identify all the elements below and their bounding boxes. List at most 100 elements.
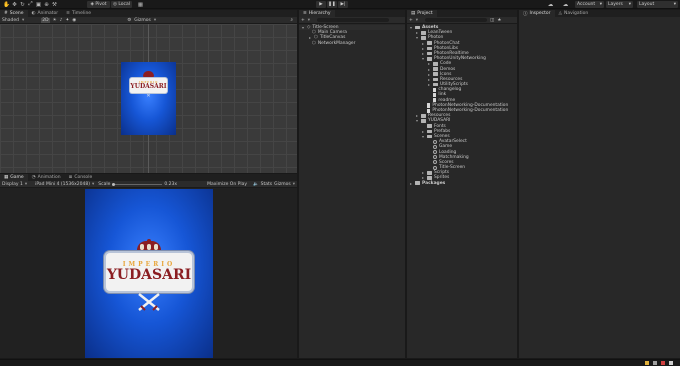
- game-tabbar: ▦ Game ◔ Animation ≣ Console: [0, 174, 297, 181]
- folder-icon: [427, 51, 432, 56]
- expand-arrow-icon[interactable]: ▸: [427, 82, 431, 87]
- add-icon[interactable]: +: [409, 18, 413, 23]
- scale-slider[interactable]: [112, 182, 163, 186]
- folder-icon: [433, 62, 438, 66]
- rect-tool-icon[interactable]: ▣: [35, 1, 42, 8]
- folder-icon: [427, 41, 432, 45]
- expand-arrow-icon[interactable]: ▾: [409, 25, 413, 30]
- hidden-objects-icon[interactable]: ◉: [72, 18, 76, 23]
- filter-icon[interactable]: ◫: [490, 18, 494, 23]
- expand-arrow-icon[interactable]: ▾: [421, 134, 425, 139]
- game-render[interactable]: IMPERIO YUDASARI: [85, 189, 213, 358]
- hierarchy-panel: ≡ Hierarchy + ▾ ▾ ◇ Title-Screen ⬡ Main Cam…: [299, 10, 405, 358]
- warning-icon[interactable]: [645, 361, 649, 365]
- expand-arrow-icon[interactable]: ▸: [409, 181, 413, 186]
- tab-inspector-label: Inspector: [529, 11, 551, 16]
- project-search-input[interactable]: [425, 17, 488, 23]
- expand-arrow-icon[interactable]: ▾: [415, 118, 419, 123]
- scale-value: 0.23x: [164, 181, 178, 187]
- crown-icon: [137, 239, 161, 252]
- expand-arrow-icon[interactable]: ▾: [301, 25, 305, 30]
- scene-search-icon[interactable]: ⌕: [290, 17, 293, 23]
- main-toolbar: ✋ ✥ ↻ ⤢ ▣ ⊕ ⚒ ◈ Pivot ◎ Local ▦ ▶ ❚❚ ▶| …: [0, 0, 680, 9]
- account-dropdown[interactable]: Account ▾: [575, 1, 604, 8]
- tab-animation[interactable]: ◔ Animation: [28, 174, 65, 181]
- folder-icon: [427, 134, 432, 139]
- tools-icon[interactable]: ⚙: [127, 18, 131, 23]
- animation-tab-icon: ◔: [31, 175, 36, 180]
- layers-dropdown[interactable]: Layers ▾: [606, 1, 633, 8]
- crown-icon: [143, 71, 154, 77]
- toggle-2d-button[interactable]: 2D: [41, 17, 50, 23]
- expand-arrow-icon[interactable]: ▾: [415, 35, 419, 40]
- layout-label: Layout: [639, 2, 655, 7]
- tab-project[interactable]: ▤ Project: [407, 10, 437, 17]
- expand-arrow-icon[interactable]: ▾: [421, 56, 425, 61]
- tab-hierarchy[interactable]: ≡ Hierarchy: [299, 10, 335, 17]
- favorite-icon[interactable]: ★: [497, 18, 501, 23]
- scale-label: Scale: [98, 181, 111, 187]
- console-tab-icon: ≣: [68, 175, 73, 180]
- file-icon: [433, 92, 437, 98]
- display-dropdown[interactable]: Display 1: [2, 182, 23, 187]
- folder-icon: [433, 67, 438, 71]
- inspector-panel: ⓘ Inspector ◬ Navigation: [519, 10, 680, 358]
- maximize-on-play-toggle[interactable]: Maximize On Play: [207, 182, 247, 187]
- cloud-icon[interactable]: ☁: [562, 1, 569, 8]
- mute-audio-icon[interactable]: 🔈: [253, 182, 259, 187]
- transform-tool-icon[interactable]: ⊕: [43, 1, 50, 8]
- tab-scene[interactable]: # Scene: [0, 10, 28, 17]
- pivot-button[interactable]: ◈ Pivot: [87, 1, 110, 8]
- tab-inspector[interactable]: ⓘ Inspector: [519, 10, 555, 17]
- tab-navigation[interactable]: ◬ Navigation: [555, 10, 593, 17]
- folder-icon: [427, 176, 432, 180]
- pause-button[interactable]: ❚❚: [327, 1, 337, 8]
- hand-tool-icon[interactable]: ✋: [3, 1, 10, 8]
- project-panel: ▤ Project + ▾ ◫ ★ ▾ Assets ▸ LeanTween ▾ Photon…: [407, 10, 517, 358]
- scene-view[interactable]: IMPERIO YUDASARI ✕: [0, 24, 297, 173]
- scene-canvas-preview[interactable]: IMPERIO YUDASARI ✕: [121, 62, 176, 135]
- error-icon[interactable]: [661, 361, 665, 365]
- gizmos-dropdown[interactable]: Gizmos: [134, 18, 151, 23]
- crossed-swords-icon: ✕: [146, 93, 151, 99]
- grid-snap-icon[interactable]: ▦: [137, 1, 144, 8]
- step-button[interactable]: ▶|: [338, 1, 348, 8]
- scale-tool-icon[interactable]: ⤢: [27, 1, 34, 8]
- scale-slider-thumb[interactable]: [112, 182, 116, 186]
- project-toolbar: + ▾ ◫ ★: [407, 17, 517, 24]
- add-icon[interactable]: +: [301, 18, 305, 23]
- resolution-dropdown[interactable]: iPad Mini 4 (1536x2048): [35, 182, 90, 187]
- tab-scene-label: Scene: [9, 11, 24, 16]
- effects-icon[interactable]: ✦: [65, 18, 69, 23]
- project-tree-item[interactable]: ▸ Packages: [407, 181, 517, 186]
- tab-animator[interactable]: ◐ Animator: [28, 10, 63, 17]
- gameobject-icon: ⬡: [312, 40, 316, 46]
- shading-mode-dropdown[interactable]: Shaded: [2, 18, 19, 23]
- custom-tool-icon[interactable]: ⚒: [51, 1, 58, 8]
- rotate-tool-icon[interactable]: ↻: [19, 1, 26, 8]
- audio-icon[interactable]: ♪: [60, 18, 63, 23]
- file-icon: [433, 98, 437, 103]
- hierarchy-item[interactable]: ⬡ NetworkManager: [299, 41, 405, 46]
- hierarchy-search-input[interactable]: [317, 17, 390, 23]
- game-gizmos-dropdown[interactable]: Gizmos: [274, 182, 291, 187]
- layout-dropdown[interactable]: Layout ▾: [637, 1, 678, 8]
- play-button[interactable]: ▶: [316, 1, 326, 8]
- timeline-tab-icon: ≡: [66, 11, 70, 16]
- local-icon: ◎: [112, 2, 117, 7]
- lighting-icon[interactable]: ☀: [53, 18, 57, 23]
- game-view[interactable]: IMPERIO YUDASARI: [0, 188, 297, 358]
- chevron-down-icon: ▾: [628, 2, 631, 7]
- tab-console[interactable]: ≣ Console: [65, 174, 97, 181]
- collab-icon[interactable]: ☁: [547, 1, 554, 8]
- tab-timeline[interactable]: ≡ Timeline: [62, 10, 95, 17]
- stats-toggle[interactable]: Stats: [261, 182, 273, 187]
- crossed-swords-icon: [138, 293, 160, 311]
- progress-icon[interactable]: [653, 361, 657, 365]
- tab-game[interactable]: ▦ Game: [0, 174, 28, 181]
- tab-project-label: Project: [417, 11, 433, 16]
- local-button[interactable]: ◎ Local: [111, 1, 132, 8]
- debug-icon[interactable]: [669, 361, 673, 365]
- hierarchy-tabbar: ≡ Hierarchy: [299, 10, 405, 17]
- move-tool-icon[interactable]: ✥: [11, 1, 18, 8]
